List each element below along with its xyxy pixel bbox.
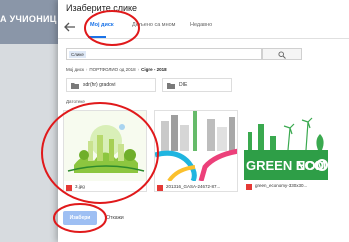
background-title: А УЧИОНИЦ	[0, 14, 57, 24]
select-button[interactable]: Изабери	[63, 211, 97, 225]
back-arrow-icon[interactable]	[64, 22, 76, 32]
file-item-selected[interactable]: 3.jpg	[63, 110, 147, 192]
image-file-icon	[66, 185, 72, 191]
header-divider	[58, 38, 349, 39]
file-name: 201316_GASA-24672-87...	[166, 184, 221, 189]
search-input[interactable]: Слике	[66, 48, 262, 60]
search-filter-chip[interactable]: Слике	[69, 51, 86, 58]
file-thumbnail	[155, 111, 237, 181]
breadcrumb-separator-icon: ›	[85, 67, 88, 72]
folder-icon	[167, 83, 175, 89]
logo-text-right: NOM	[296, 158, 326, 173]
folder-icon	[71, 83, 79, 89]
file-item[interactable]: 201316_GASA-24672-87...	[154, 110, 238, 192]
folder-label: DIE	[179, 82, 188, 88]
file-thumbnail	[64, 111, 146, 181]
file-item[interactable]: GREEN ECO NOM green_economy-330x30...	[244, 110, 328, 192]
folder-item[interactable]: DIE	[162, 78, 232, 92]
tab-shared-with-me[interactable]: Дељено са мном	[132, 22, 175, 28]
tab-my-drive[interactable]: Мој диск	[90, 22, 114, 28]
files-section-label: Датотеке	[66, 99, 85, 104]
image-file-icon	[157, 185, 163, 191]
breadcrumb-separator-icon: ›	[137, 67, 140, 72]
folder-item[interactable]: sdr(hr) gradovi	[66, 78, 156, 92]
folder-label: sdr(hr) gradovi	[83, 82, 116, 88]
image-file-icon	[246, 184, 252, 190]
cancel-button[interactable]: Откажи	[101, 211, 129, 225]
breadcrumb-item[interactable]: ПОРТФОЛИО од 2018	[89, 67, 135, 72]
file-name: 3.jpg	[75, 184, 85, 189]
search-icon	[278, 51, 286, 59]
background-sidebar	[0, 44, 58, 242]
image-picker-dialog: Изаберите слике Мој диск Дељено са мном …	[58, 0, 349, 242]
file-name: green_economy-330x30...	[255, 183, 308, 188]
tab-recent[interactable]: Недавно	[190, 22, 212, 28]
breadcrumb-item[interactable]: Мој диск	[66, 67, 84, 72]
breadcrumb-current: Cigre - 2018	[141, 67, 167, 72]
file-thumbnail: GREEN ECO NOM	[244, 110, 328, 180]
breadcrumb: Мој диск › ПОРТФОЛИО од 2018 › Cigre - 2018	[66, 67, 167, 72]
dialog-title: Изаберите слике	[66, 3, 138, 13]
search-button[interactable]	[262, 48, 302, 60]
